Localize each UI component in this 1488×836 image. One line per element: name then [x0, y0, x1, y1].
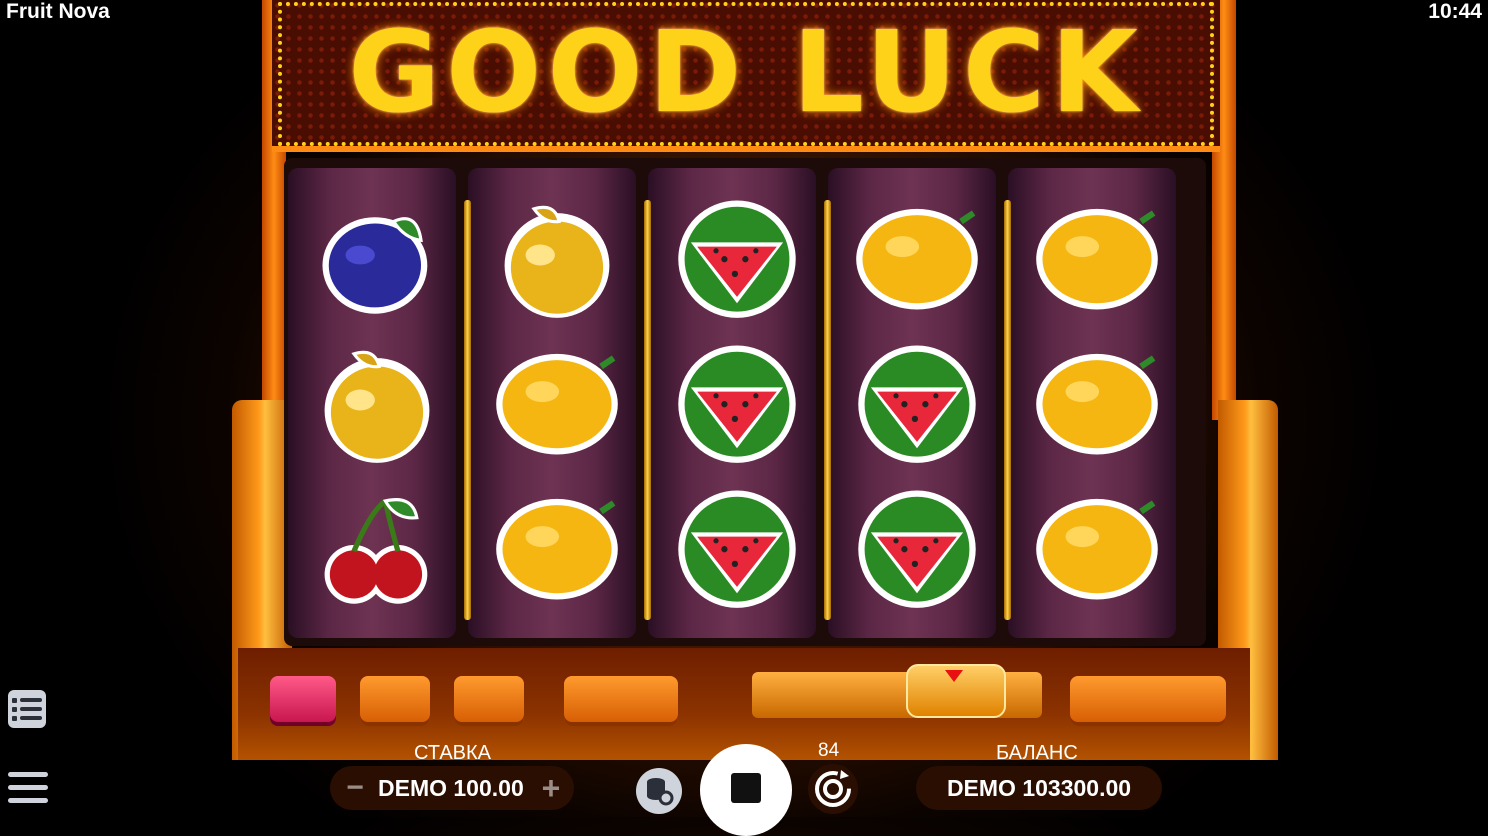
autospin-count: 84	[818, 740, 840, 761]
lemon-icon	[492, 480, 622, 610]
watermelon-icon	[672, 480, 802, 610]
panel-button-4[interactable]	[1070, 676, 1226, 726]
lemon-icon	[1032, 480, 1162, 610]
paytable-icon[interactable]	[8, 690, 46, 728]
panel-button-2[interactable]	[454, 676, 524, 726]
app-title: Fruit Nova	[6, 0, 110, 23]
plum-icon	[312, 190, 442, 320]
reel-divider	[1004, 200, 1011, 620]
balance-value: DEMO 103300.00	[916, 766, 1162, 810]
lemon-icon	[492, 335, 622, 465]
panel-button-3[interactable]	[564, 676, 678, 726]
arrow-down-icon	[945, 670, 963, 682]
bet-decrease-button[interactable]: −	[340, 766, 370, 810]
cherry-icon	[312, 480, 442, 610]
balance-label: БАЛАНС	[996, 742, 1078, 764]
hamburger-menu-icon[interactable]	[8, 770, 48, 806]
lemon-icon	[852, 190, 982, 320]
lemon-icon	[1032, 335, 1162, 465]
golden-apple-icon	[492, 190, 622, 320]
panel-button-1[interactable]	[360, 676, 430, 726]
bet-label: СТАВКА	[414, 742, 492, 764]
reel-divider	[824, 200, 831, 620]
watermelon-icon	[852, 335, 982, 465]
golden-apple-icon	[312, 335, 442, 465]
reel-divider	[644, 200, 651, 620]
watermelon-icon	[672, 190, 802, 320]
watermelon-icon	[852, 480, 982, 610]
panel-button-pink[interactable]	[270, 676, 336, 726]
autospin-icon[interactable]	[808, 764, 858, 814]
stop-icon	[731, 773, 761, 803]
bet-control: − DEMO 100.00 +	[330, 766, 574, 810]
status-clock: 10:44	[1428, 0, 1482, 23]
bet-value: DEMO 100.00	[378, 775, 524, 801]
lemon-icon	[1032, 190, 1162, 320]
coin-stack-settings-icon[interactable]	[636, 768, 682, 814]
reel-divider	[464, 200, 471, 620]
marquee-text: GOOD LUCK	[348, 8, 1144, 138]
watermelon-icon	[672, 335, 802, 465]
bet-increase-button[interactable]: +	[536, 766, 566, 810]
